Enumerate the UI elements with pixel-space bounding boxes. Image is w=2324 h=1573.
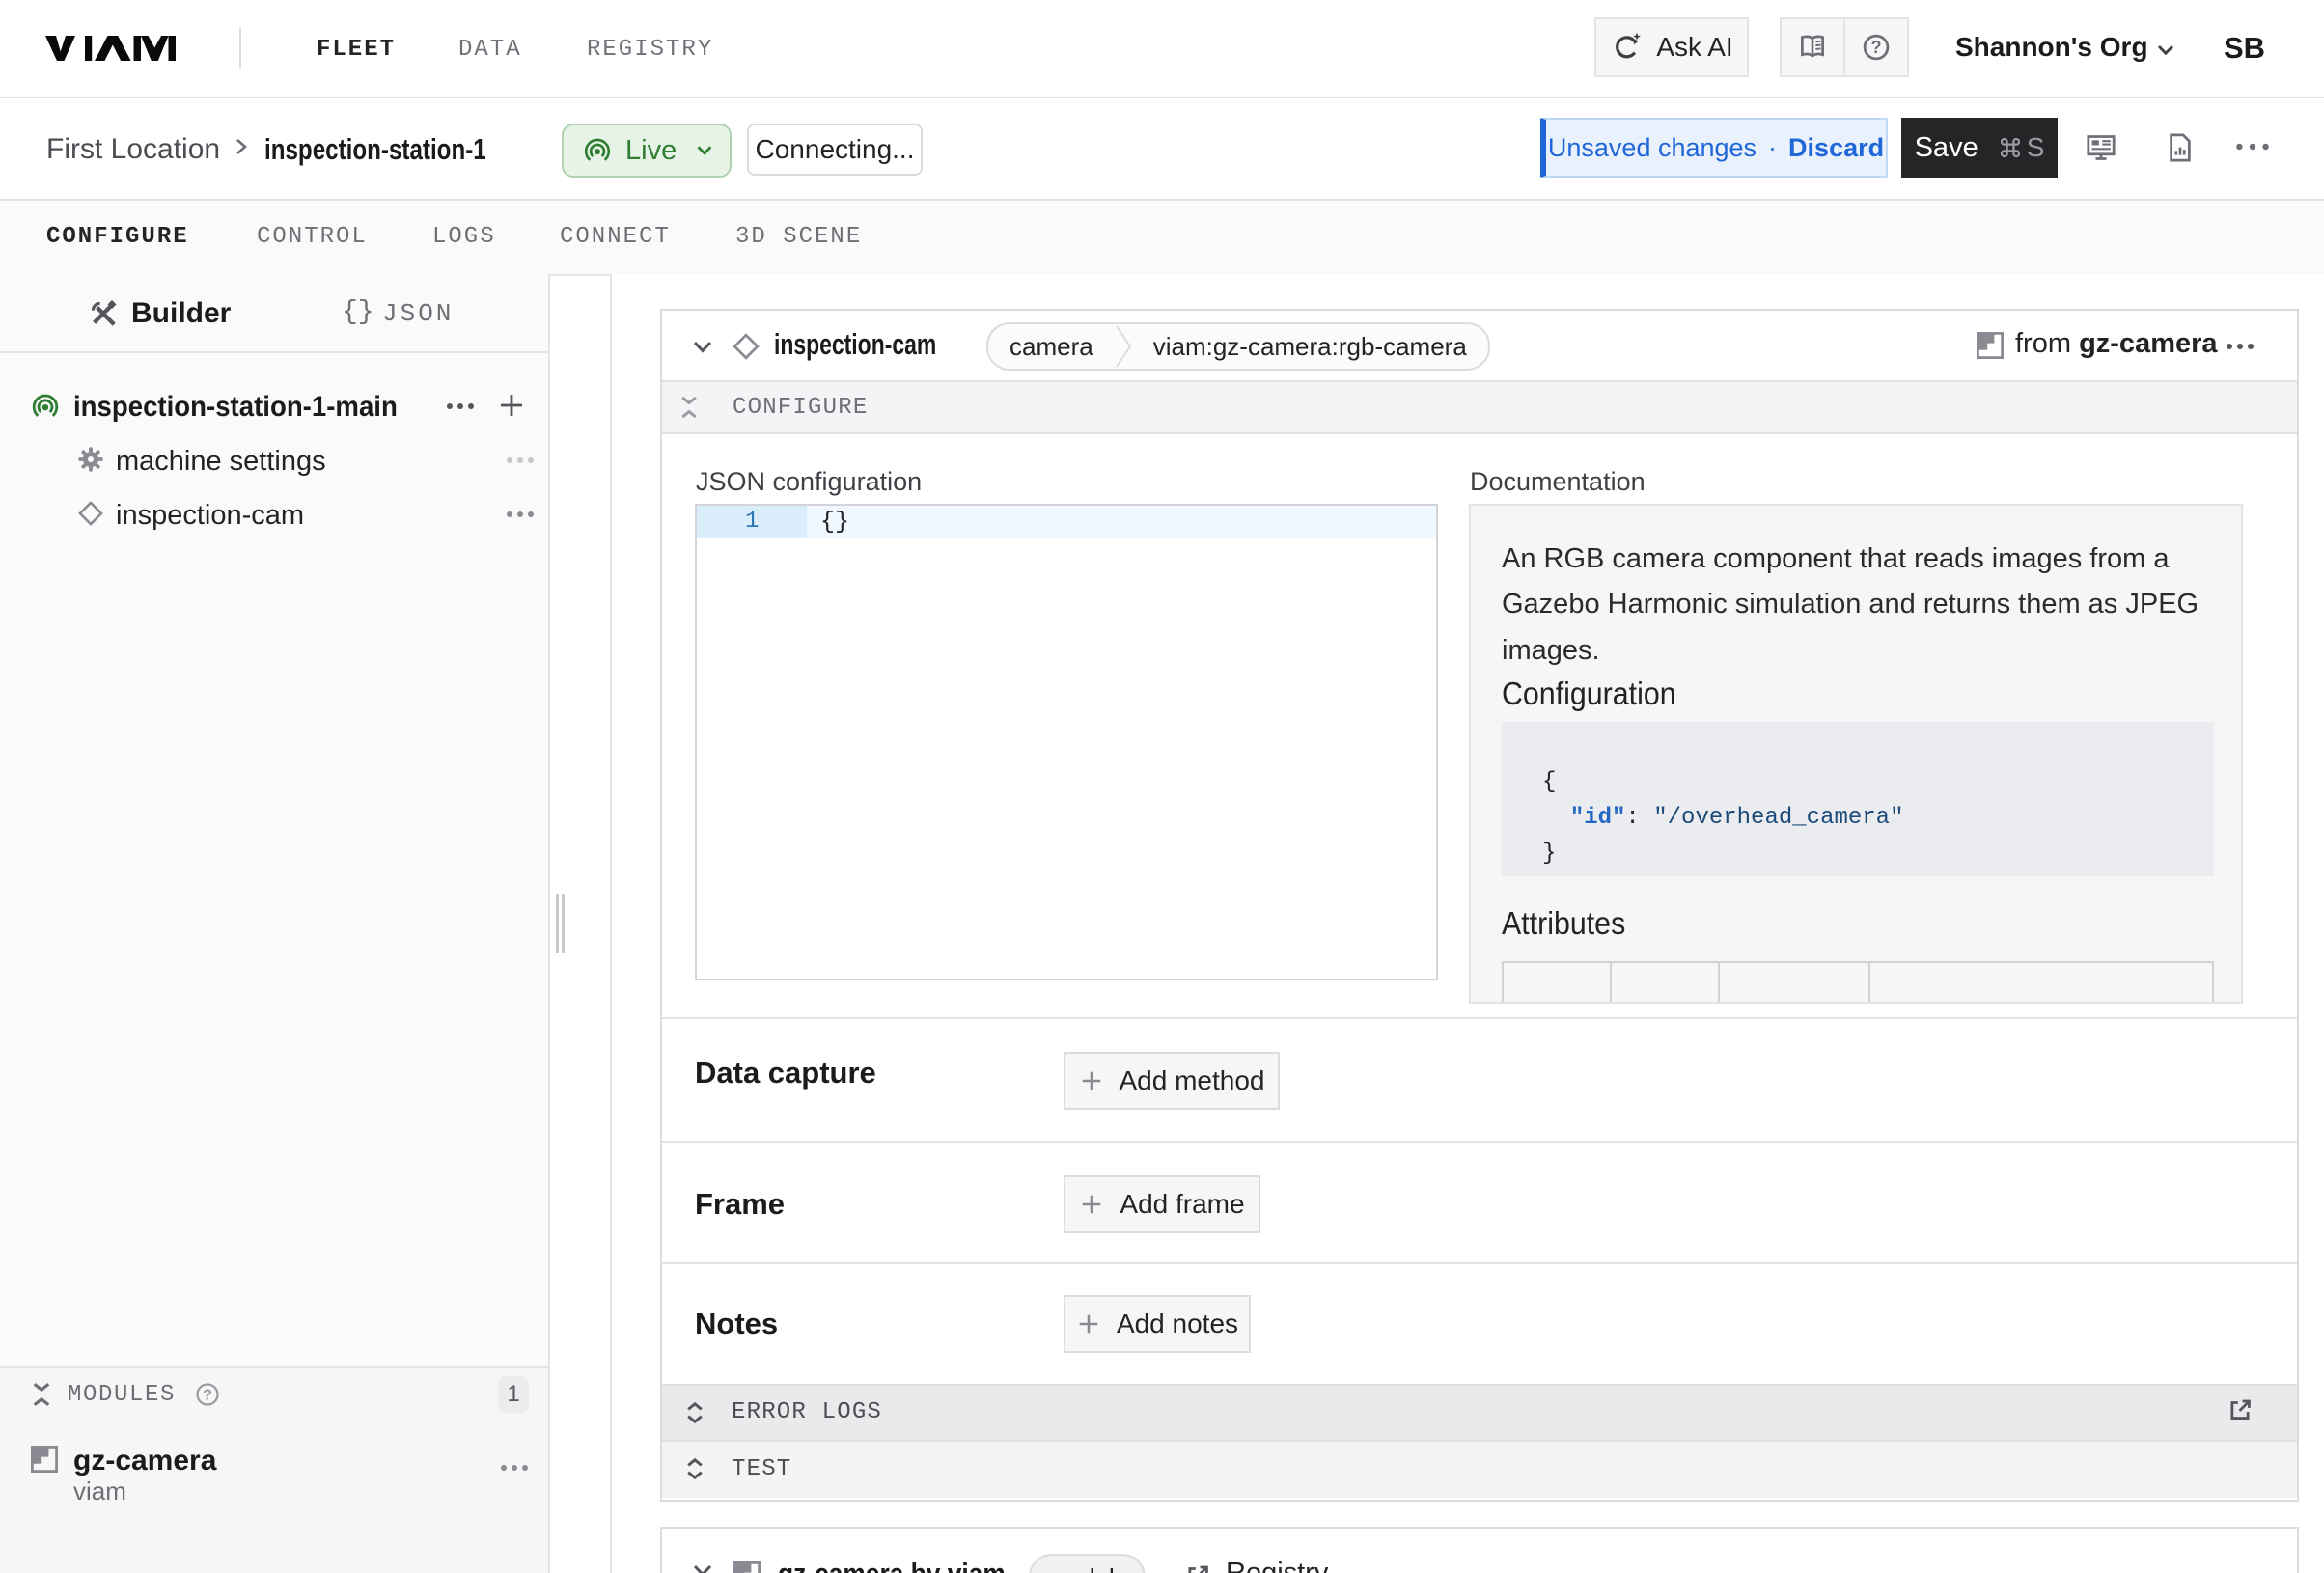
svg-text:?: ?	[203, 1387, 212, 1403]
svg-text:?: ?	[1870, 38, 1881, 57]
